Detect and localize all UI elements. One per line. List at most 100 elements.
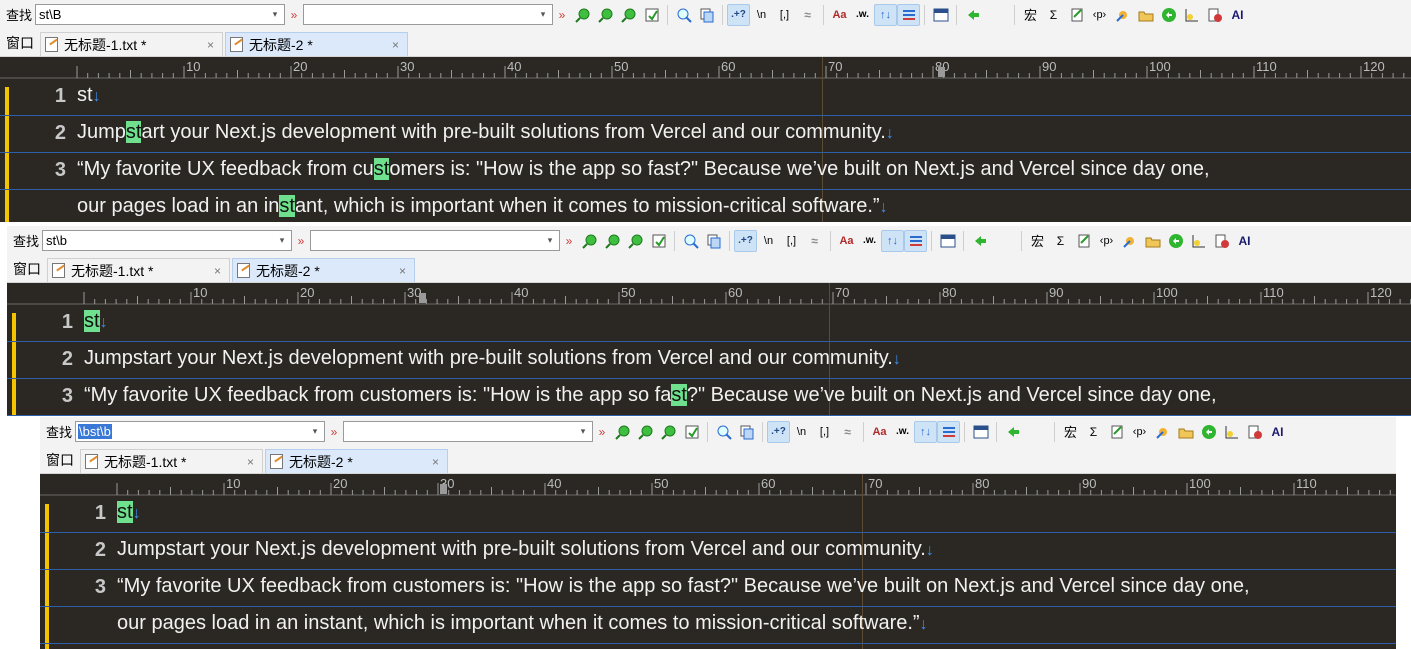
list-icon[interactable] [897,3,921,26]
newline-toggle[interactable]: \n [757,230,780,252]
list-icon[interactable] [904,229,928,252]
tab-untitled-2[interactable]: 无标题-2 * × [225,32,408,56]
find-next-icon[interactable] [571,4,594,26]
direction-toggle[interactable]: ↑↓ [881,229,905,252]
find-input[interactable]: st\b ▾ [42,230,293,251]
ai-button[interactable]: AI [1233,230,1256,252]
close-icon[interactable]: × [207,38,214,52]
find-previous-icon[interactable] [594,4,617,26]
find-input-value[interactable]: \bst\b [78,424,112,439]
text-line[interactable]: 2 Jumpstart your Next.js development wit… [40,533,1396,570]
chevron-down-icon[interactable]: ▾ [574,426,592,437]
window-icon[interactable] [929,4,952,26]
chevron-down-icon[interactable]: ▾ [273,235,291,246]
magnifier-icon[interactable] [672,4,695,26]
line-text[interactable]: st↓ [84,310,108,333]
fuzzy-toggle[interactable]: ≈ [803,230,826,252]
close-icon[interactable]: × [247,455,254,469]
refresh-icon[interactable] [1164,230,1187,252]
double-chevron-icon[interactable]: » [285,8,303,22]
line-text[interactable]: st↓ [77,84,101,107]
tag-button[interactable]: ‹p› [1095,230,1118,252]
text-line[interactable]: 3 “My favorite UX feedback from customer… [40,570,1396,607]
find-input-value[interactable]: st\b [43,233,273,248]
match-case-toggle[interactable]: Aa [868,421,891,443]
edit-doc-icon[interactable] [1105,421,1128,443]
find-input[interactable]: \bst\b ▾ [75,421,326,442]
clear-doc-icon[interactable] [1210,230,1233,252]
tools-icon[interactable] [1118,230,1141,252]
find-in-selection-icon[interactable] [640,4,663,26]
chevron-down-icon[interactable]: ▾ [306,426,324,437]
text-line[interactable]: 3 “My favorite UX feedback from customer… [7,379,1411,416]
line-text[interactable]: “My favorite UX feedback from customers … [117,575,1250,598]
double-chevron-icon[interactable]: » [560,234,578,248]
editor-area[interactable]: 10 20 30 40 50 60 70 80 90 100 110 120 1 st↓ 2 Jump… [7,283,1411,416]
window-icon[interactable] [969,421,992,443]
tab-untitled-2[interactable]: 无标题-2 * × [265,449,448,473]
line-text[interactable]: our pages load in an instant, which is i… [77,195,888,218]
text-line-wrapped[interactable]: our pages load in an instant, which is i… [40,607,1396,644]
copy-icon[interactable] [695,4,718,26]
tab-untitled-1[interactable]: 无标题-1.txt * × [47,258,230,282]
bracket-toggle[interactable]: [,] [813,421,836,443]
direction-toggle[interactable]: ↑↓ [914,420,938,443]
regex-toggle[interactable]: .+? [727,3,751,26]
text-line[interactable]: 2 Jumpstart your Next.js development wit… [0,116,1411,153]
line-text[interactable]: “My favorite UX feedback from customers … [84,384,1217,407]
match-case-toggle[interactable]: Aa [835,230,858,252]
text-line-wrapped[interactable]: our pages load in an instant, which is i… [0,190,1411,222]
window-menu-label[interactable]: 窗口 [7,256,47,282]
ruler-icon[interactable] [1220,421,1243,443]
edit-doc-icon[interactable] [1065,4,1088,26]
clear-doc-icon[interactable] [1203,4,1226,26]
find-in-selection-icon[interactable] [680,421,703,443]
line-text[interactable]: st↓ [117,501,141,524]
list-icon[interactable] [937,420,961,443]
clear-doc-icon[interactable] [1243,421,1266,443]
line-text[interactable]: Jumpstart your Next.js development with … [77,121,894,144]
refresh-icon[interactable] [1157,4,1180,26]
replace-input[interactable]: ▾ [343,421,594,442]
newline-toggle[interactable]: \n [750,4,773,26]
ai-button[interactable]: AI [1266,421,1289,443]
close-icon[interactable]: × [399,264,406,278]
tools-icon[interactable] [1151,421,1174,443]
fuzzy-toggle[interactable]: ≈ [796,4,819,26]
window-menu-label[interactable]: 窗口 [40,447,80,473]
bracket-toggle[interactable]: [,] [773,4,796,26]
find-all-icon[interactable] [624,230,647,252]
find-previous-icon[interactable] [634,421,657,443]
magnifier-icon[interactable] [679,230,702,252]
direction-toggle[interactable]: ↑↓ [874,3,898,26]
find-in-selection-icon[interactable] [647,230,670,252]
tools-icon[interactable] [1111,4,1134,26]
macro-button[interactable]: 宏 [1019,4,1042,26]
fuzzy-toggle[interactable]: ≈ [836,421,859,443]
sum-button[interactable]: Σ [1082,421,1105,443]
open-folder-icon[interactable] [1174,421,1197,443]
find-input[interactable]: st\B ▾ [35,4,286,25]
edit-doc-icon[interactable] [1072,230,1095,252]
line-text[interactable]: “My favorite UX feedback from customers … [77,158,1210,181]
macro-button[interactable]: 宏 [1026,230,1049,252]
find-all-icon[interactable] [657,421,680,443]
ai-button[interactable]: AI [1226,4,1249,26]
line-text[interactable]: our pages load in an instant, which is i… [117,612,928,635]
text-line[interactable]: 1 st↓ [0,79,1411,116]
copy-icon[interactable] [735,421,758,443]
text-line[interactable]: 1 st↓ [7,305,1411,342]
whole-word-toggle[interactable]: .w. [851,4,874,26]
open-folder-icon[interactable] [1141,230,1164,252]
ruler-icon[interactable] [1187,230,1210,252]
sum-button[interactable]: Σ [1049,230,1072,252]
double-chevron-icon[interactable]: » [292,234,310,248]
line-text[interactable]: Jumpstart your Next.js development with … [84,347,901,370]
find-all-icon[interactable] [617,4,640,26]
text-line[interactable]: 3 “My favorite UX feedback from customer… [0,153,1411,190]
editor-area[interactable]: 10 20 30 40 50 60 70 80 90 100 110 1 st↓ 2 Jumpsta… [40,474,1396,649]
find-next-icon[interactable] [578,230,601,252]
editor-area[interactable]: 10 20 30 40 50 60 70 80 90 100 110 120 1 st↓ 2 Jump… [0,57,1411,222]
double-chevron-icon[interactable]: » [593,425,611,439]
tab-untitled-2[interactable]: 无标题-2 * × [232,258,415,282]
